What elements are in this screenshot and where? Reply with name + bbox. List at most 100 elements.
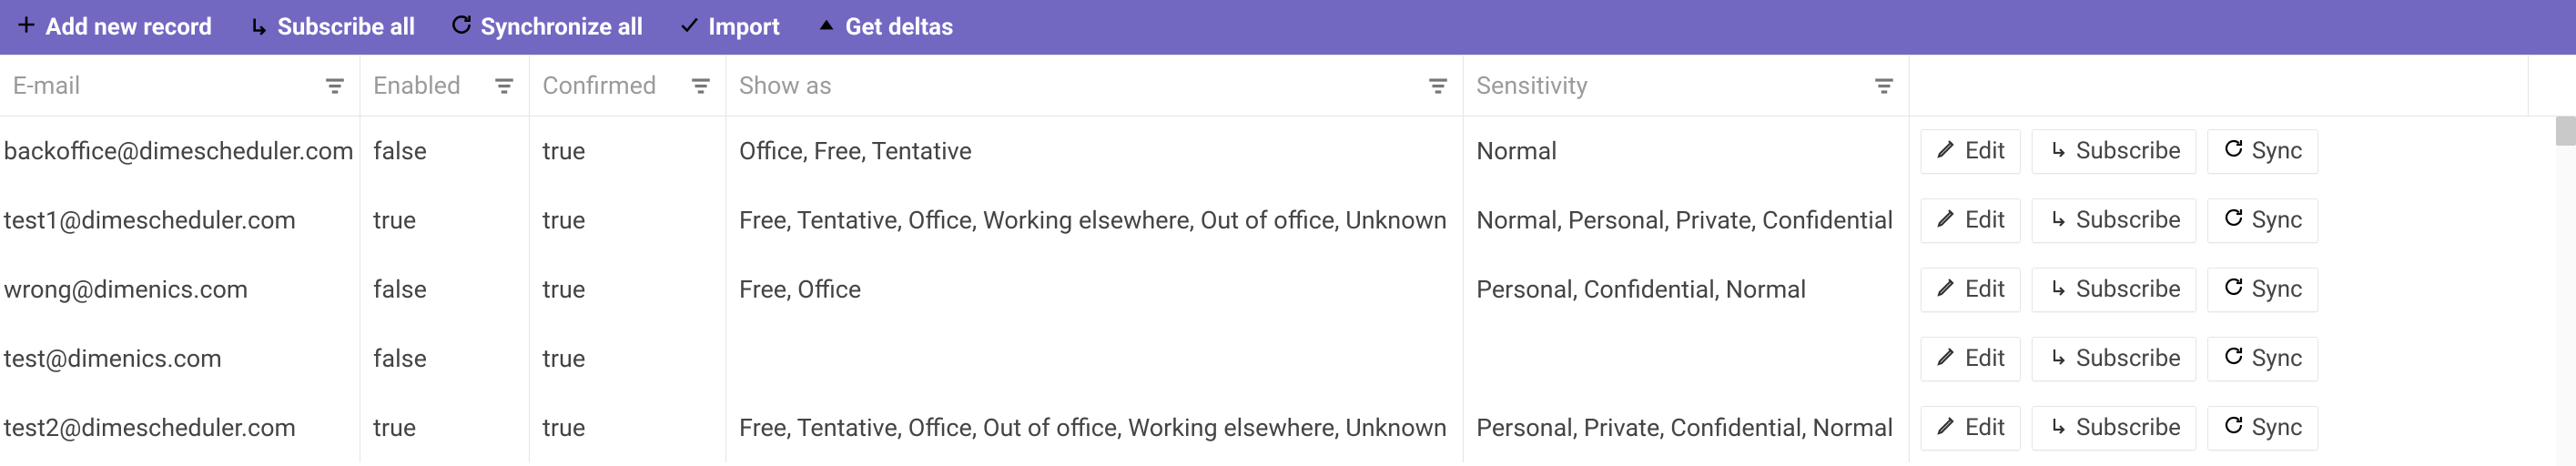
row-subscribe-label: Subscribe xyxy=(2076,414,2181,441)
row-subscribe-button[interactable]: Subscribe xyxy=(2032,129,2196,174)
sync-icon xyxy=(2223,137,2245,166)
synchronize-all-label: Synchronize all xyxy=(481,14,643,41)
header-sensitivity[interactable]: Sensitivity xyxy=(1464,55,1910,116)
scrollbar-thumb[interactable] xyxy=(2556,116,2576,146)
header-enabled-label: Enabled xyxy=(373,71,461,100)
cell-email: wrong@dimenics.com xyxy=(0,255,360,324)
table-row: test@dimenics.com false true Edit Subscr… xyxy=(0,324,2576,393)
subscribe-all-label: Subscribe all xyxy=(278,14,415,41)
header-enabled[interactable]: Enabled xyxy=(360,55,530,116)
cell-actions: Edit Subscribe Sync xyxy=(1910,324,2529,393)
row-sync-label: Sync xyxy=(2252,414,2303,441)
row-sync-button[interactable]: Sync xyxy=(2207,129,2318,174)
cell-actions: Edit Subscribe Sync xyxy=(1910,186,2529,255)
cell-confirmed: true xyxy=(530,186,726,255)
import-button[interactable]: Import xyxy=(668,7,788,48)
pencil-icon xyxy=(1936,137,1958,166)
row-edit-label: Edit xyxy=(1965,345,2005,372)
cell-confirmed: true xyxy=(530,393,726,462)
row-sync-button[interactable]: Sync xyxy=(2207,268,2318,312)
header-showas[interactable]: Show as xyxy=(726,55,1464,116)
sync-icon xyxy=(2223,414,2245,442)
row-sync-button[interactable]: Sync xyxy=(2207,406,2318,451)
cell-enabled: false xyxy=(360,255,530,324)
header-email[interactable]: E-mail xyxy=(0,55,360,116)
cell-actions: Edit Subscribe Sync xyxy=(1910,116,2529,186)
cell-showas: Free, Office xyxy=(726,255,1464,324)
row-subscribe-button[interactable]: Subscribe xyxy=(2032,406,2196,451)
cell-enabled: false xyxy=(360,324,530,393)
row-subscribe-button[interactable]: Subscribe xyxy=(2032,337,2196,381)
cell-sensitivity xyxy=(1464,324,1910,393)
cell-actions: Edit Subscribe Sync xyxy=(1910,393,2529,462)
header-sensitivity-label: Sensitivity xyxy=(1476,71,1587,100)
row-edit-button[interactable]: Edit xyxy=(1921,337,2021,381)
grid-body: backoffice@dimescheduler.com false true … xyxy=(0,116,2576,462)
cell-sensitivity: Normal, Personal, Private, Confidential xyxy=(1464,186,1910,255)
row-edit-button[interactable]: Edit xyxy=(1921,198,2021,243)
row-sync-label: Sync xyxy=(2252,345,2303,372)
check-icon xyxy=(677,13,701,43)
cell-sensitivity: Personal, Confidential, Normal xyxy=(1464,255,1910,324)
row-edit-button[interactable]: Edit xyxy=(1921,268,2021,312)
row-sync-label: Sync xyxy=(2252,207,2303,234)
row-edit-button[interactable]: Edit xyxy=(1921,129,2021,174)
import-label: Import xyxy=(708,14,779,41)
synchronize-all-button[interactable]: Synchronize all xyxy=(441,7,652,48)
cell-confirmed: true xyxy=(530,116,726,186)
sync-icon xyxy=(2223,345,2245,373)
filter-icon[interactable] xyxy=(1426,74,1450,97)
filter-icon[interactable] xyxy=(1872,74,1896,97)
header-spacer xyxy=(2529,55,2576,116)
header-email-label: E-mail xyxy=(13,71,80,100)
data-grid: E-mail Enabled Confirmed Show as Sensiti… xyxy=(0,55,2576,462)
table-row: test2@dimescheduler.com true true Free, … xyxy=(0,393,2576,462)
cell-email: test@dimenics.com xyxy=(0,324,360,393)
triangle-up-icon xyxy=(815,13,838,43)
header-actions xyxy=(1910,55,2529,116)
filter-icon[interactable] xyxy=(492,74,516,97)
filter-icon[interactable] xyxy=(323,74,347,97)
get-deltas-button[interactable]: Get deltas xyxy=(806,7,963,48)
sync-icon xyxy=(450,13,473,43)
cell-email: backoffice@dimescheduler.com xyxy=(0,116,360,186)
cell-sensitivity: Normal xyxy=(1464,116,1910,186)
table-row: wrong@dimenics.com false true Free, Offi… xyxy=(0,255,2576,324)
sync-icon xyxy=(2223,207,2245,235)
get-deltas-label: Get deltas xyxy=(846,14,954,41)
row-sync-button[interactable]: Sync xyxy=(2207,198,2318,243)
cell-enabled: false xyxy=(360,116,530,186)
row-subscribe-button[interactable]: Subscribe xyxy=(2032,198,2196,243)
cell-enabled: true xyxy=(360,186,530,255)
filter-icon[interactable] xyxy=(689,74,713,97)
cell-email: test1@dimescheduler.com xyxy=(0,186,360,255)
cell-sensitivity: Personal, Private, Confidential, Normal xyxy=(1464,393,1910,462)
header-confirmed[interactable]: Confirmed xyxy=(530,55,726,116)
pencil-icon xyxy=(1936,414,1958,442)
row-subscribe-button[interactable]: Subscribe xyxy=(2032,268,2196,312)
row-sync-label: Sync xyxy=(2252,137,2303,165)
add-record-label: Add new record xyxy=(46,14,212,41)
scrollbar-track[interactable] xyxy=(2556,116,2576,466)
cell-showas: Free, Tentative, Office, Working elsewhe… xyxy=(726,186,1464,255)
subscribe-icon xyxy=(247,13,270,43)
header-showas-label: Show as xyxy=(739,71,832,100)
pencil-icon xyxy=(1936,207,1958,235)
subscribe-icon xyxy=(2047,276,2069,304)
subscribe-all-button[interactable]: Subscribe all xyxy=(238,7,424,48)
header-confirmed-label: Confirmed xyxy=(543,71,656,100)
row-edit-label: Edit xyxy=(1965,276,2005,303)
toolbar: Add new record Subscribe all Synchronize… xyxy=(0,0,2576,55)
cell-showas xyxy=(726,324,1464,393)
row-subscribe-label: Subscribe xyxy=(2076,276,2181,303)
subscribe-icon xyxy=(2047,345,2069,373)
cell-actions: Edit Subscribe Sync xyxy=(1910,255,2529,324)
cell-showas: Office, Free, Tentative xyxy=(726,116,1464,186)
add-record-button[interactable]: Add new record xyxy=(5,7,221,48)
row-edit-label: Edit xyxy=(1965,414,2005,441)
cell-email: test2@dimescheduler.com xyxy=(0,393,360,462)
row-sync-button[interactable]: Sync xyxy=(2207,337,2318,381)
row-edit-button[interactable]: Edit xyxy=(1921,406,2021,451)
plus-icon xyxy=(15,13,38,43)
row-edit-label: Edit xyxy=(1965,137,2005,165)
